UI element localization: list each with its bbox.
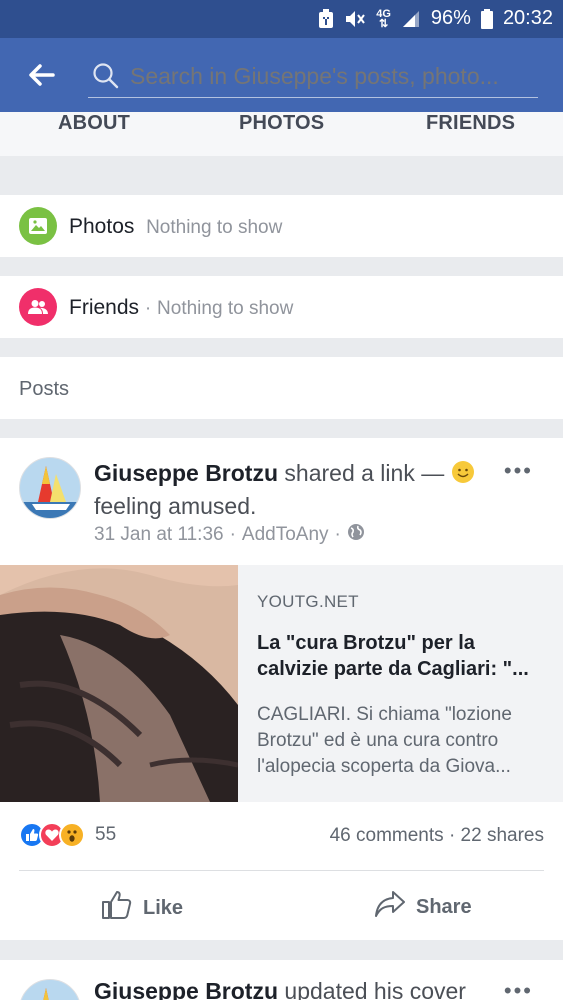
friends-section[interactable]: Friends · Nothing to show xyxy=(0,276,563,338)
photos-status: Nothing to show xyxy=(146,217,283,238)
photos-title: Photos Nothing to show xyxy=(69,215,282,239)
tab-photos[interactable]: PHOTOS xyxy=(239,112,324,134)
notification-icon xyxy=(318,8,334,29)
search-icon xyxy=(92,62,120,95)
engagement-counts: 46 comments · 22 shares xyxy=(330,825,544,847)
photos-label: Photos xyxy=(69,215,135,238)
share-button[interactable]: Share xyxy=(374,890,472,924)
search-field[interactable] xyxy=(88,58,538,98)
avatar[interactable] xyxy=(19,979,81,1000)
link-domain: YOUTG.NET xyxy=(257,592,359,611)
shares-count[interactable]: 22 shares xyxy=(461,825,544,846)
comments-count[interactable]: 46 comments xyxy=(330,825,444,846)
like-button[interactable]: Like xyxy=(101,890,183,926)
like-label: Like xyxy=(143,896,184,919)
friends-title: Friends · Nothing to show xyxy=(69,296,293,320)
reactions-count: 55 xyxy=(95,824,117,845)
divider xyxy=(19,870,544,871)
thumbs-up-icon xyxy=(101,890,133,926)
globe-icon xyxy=(347,523,365,547)
link-description: CAGLIARI. Si chiama "lozione Brotzu" ed … xyxy=(257,704,512,777)
friends-label: Friends xyxy=(69,296,140,319)
avatar[interactable] xyxy=(19,457,81,519)
battery-icon xyxy=(480,8,493,29)
posts-header: Posts xyxy=(0,357,563,419)
post-date[interactable]: 31 Jan at 11:36 xyxy=(94,524,224,546)
post-feeling: feeling amused. xyxy=(94,493,257,519)
share-label: Share xyxy=(416,895,472,918)
signal-icon xyxy=(401,9,421,29)
network-4g-icon: 4G ⇅ xyxy=(376,7,391,30)
wow-reaction-icon xyxy=(59,822,85,848)
profile-tabs: ABOUT PHOTOS FRIENDS xyxy=(0,112,563,156)
counts-separator: · xyxy=(448,825,456,846)
search-header xyxy=(0,38,563,112)
post-card: Giuseppe Brotzu shared a link — feeling … xyxy=(0,438,563,940)
posts-title: Posts xyxy=(19,378,70,400)
clock: 20:32 xyxy=(502,7,553,29)
photo-icon xyxy=(19,207,57,245)
network-label: 4G xyxy=(376,7,391,20)
more-options-icon[interactable]: ••• xyxy=(504,458,533,484)
search-input[interactable] xyxy=(130,60,534,92)
post-header: Giuseppe Brotzu updated his cover xyxy=(94,978,466,1000)
post-meta: 31 Jan at 11:36 · AddToAny · xyxy=(94,523,365,547)
share-arrow-icon xyxy=(374,890,406,924)
link-title: La "cura Brotzu" per la calvizie parte d… xyxy=(257,632,529,680)
battery-percent: 96% xyxy=(430,7,471,29)
meta-separator: · xyxy=(229,524,236,545)
status-bar: 4G ⇅ 96% 20:32 xyxy=(0,0,563,38)
tab-friends[interactable]: FRIENDS xyxy=(426,112,515,134)
link-preview[interactable]: YOUTG.NET La "cura Brotzu" per la calviz… xyxy=(0,565,563,802)
post-action: shared a link — xyxy=(284,460,445,486)
friends-separator: · xyxy=(144,298,152,319)
author-name[interactable]: Giuseppe Brotzu xyxy=(94,978,278,1000)
photos-section[interactable]: Photos Nothing to show xyxy=(0,195,563,257)
friends-status: Nothing to show xyxy=(157,298,294,319)
back-arrow-icon[interactable] xyxy=(26,60,60,90)
author-name[interactable]: Giuseppe Brotzu xyxy=(94,460,278,486)
smile-emoji-icon xyxy=(451,460,475,491)
meta-separator: · xyxy=(334,524,341,545)
more-options-icon[interactable]: ••• xyxy=(504,978,533,1000)
link-thumbnail xyxy=(0,565,238,802)
post-action: updated his cover xyxy=(284,978,466,1000)
post-source: AddToAny xyxy=(241,524,329,545)
reactions-summary[interactable]: 55 xyxy=(19,822,116,848)
mute-icon xyxy=(344,9,366,29)
post-card: Giuseppe Brotzu updated his cover ••• xyxy=(0,960,563,1000)
tab-about[interactable]: ABOUT xyxy=(58,112,130,134)
post-header: Giuseppe Brotzu shared a link — feeling … xyxy=(94,458,494,521)
friends-icon xyxy=(19,288,57,326)
